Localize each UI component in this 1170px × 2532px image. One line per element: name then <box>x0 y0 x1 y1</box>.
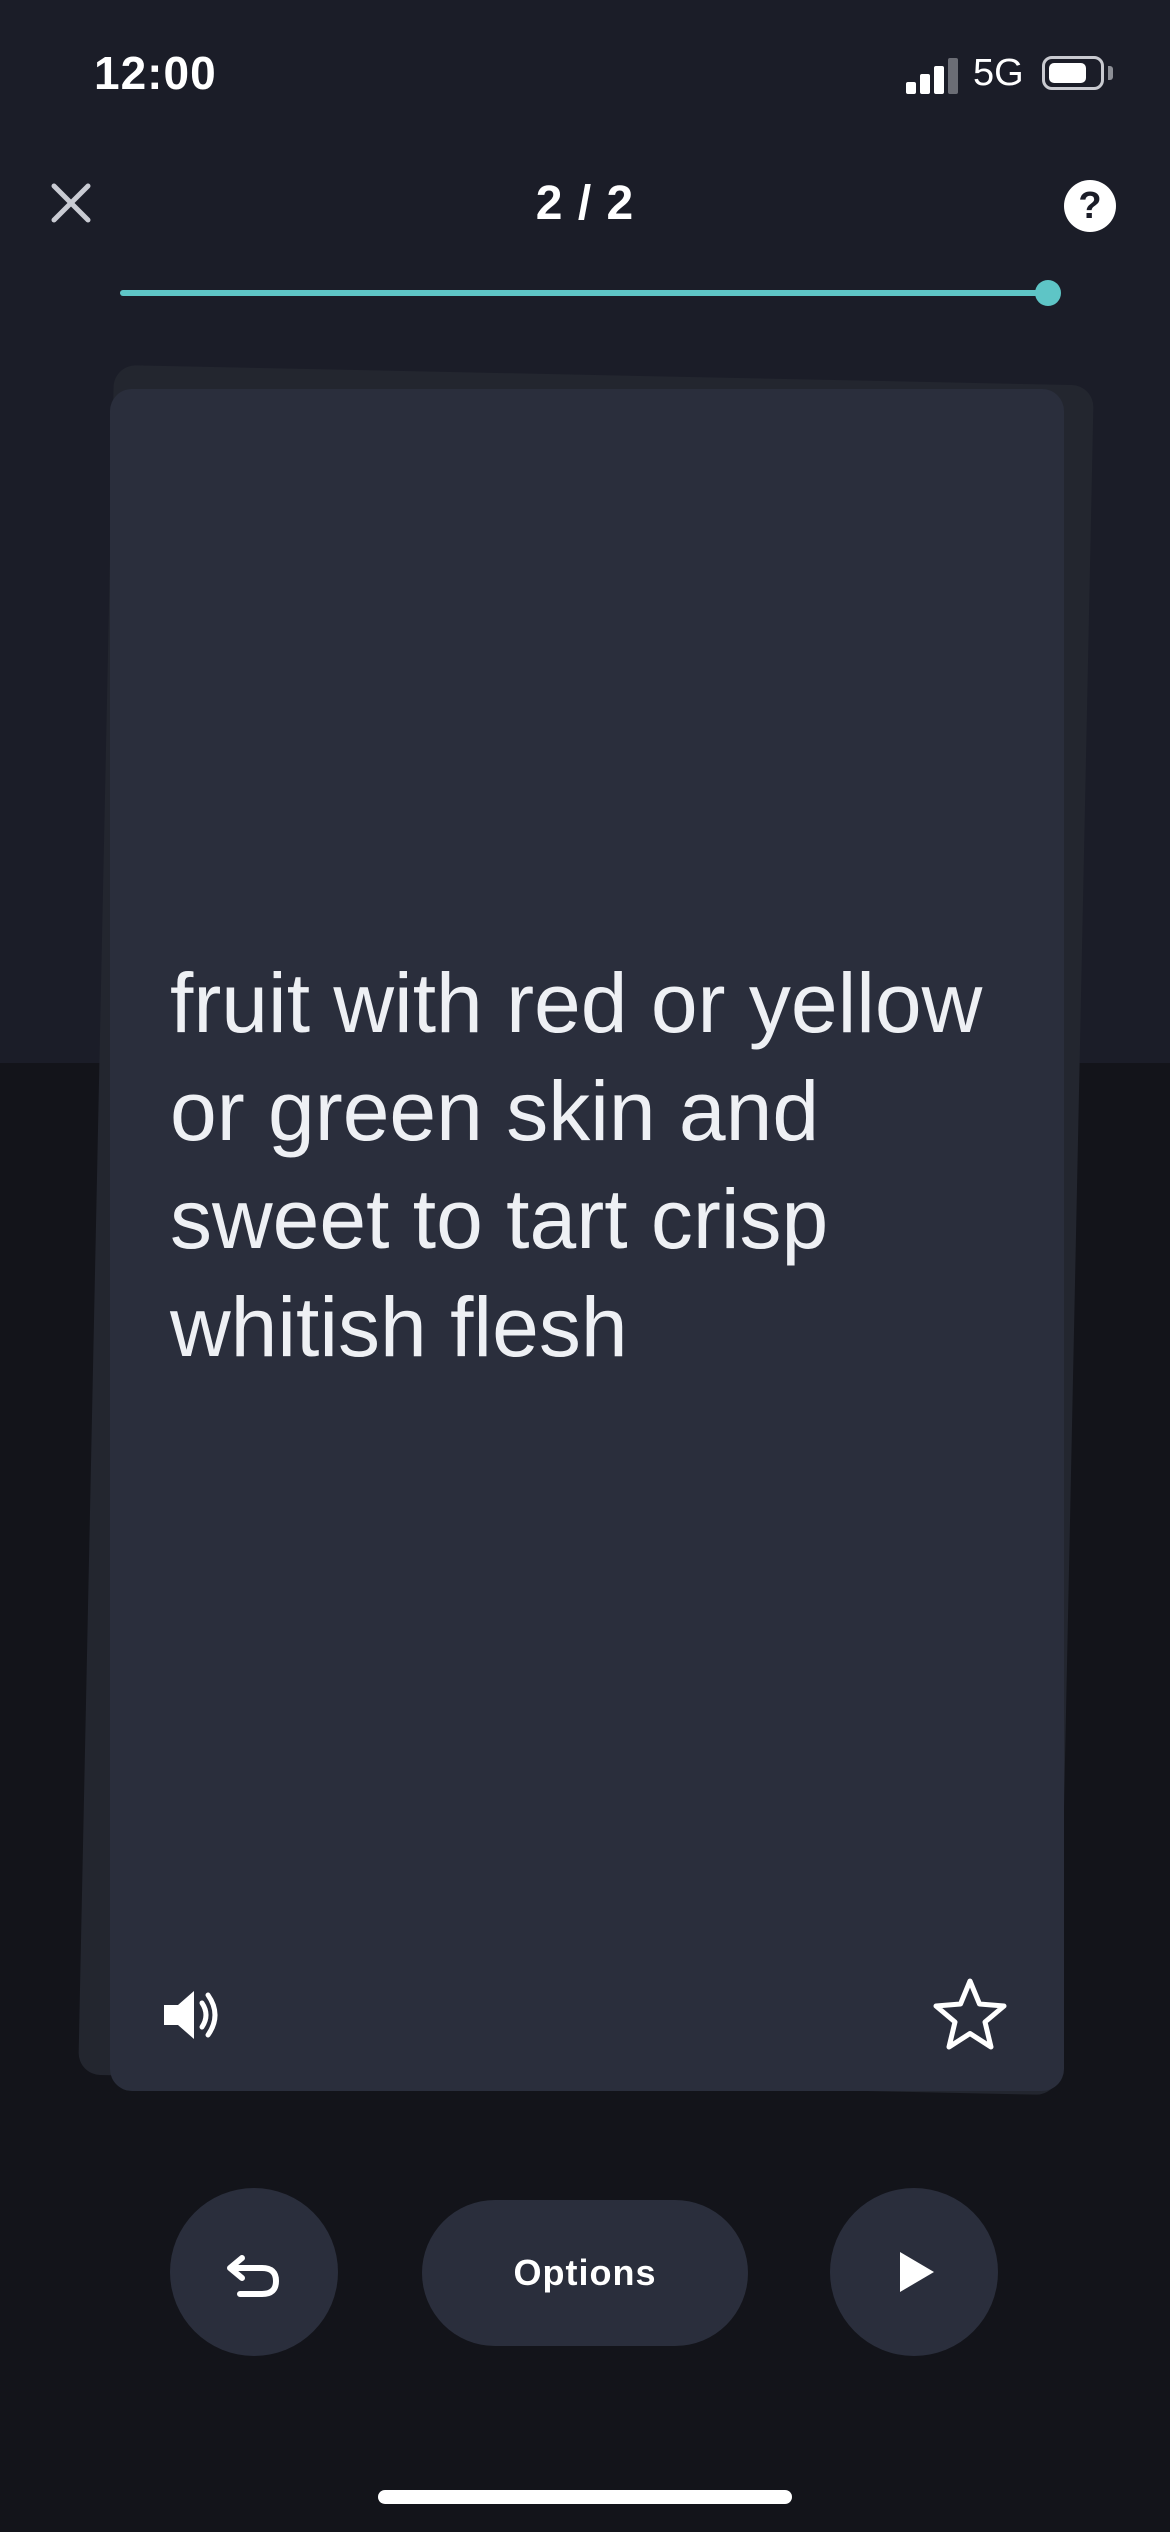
progress-bar <box>120 280 1061 306</box>
home-indicator[interactable] <box>378 2490 792 2504</box>
play-icon <box>900 2252 934 2292</box>
speaker-icon <box>164 1991 218 2039</box>
battery-cap <box>1108 66 1113 80</box>
battery-icon <box>1042 56 1104 90</box>
help-button[interactable]: ? <box>1064 180 1116 232</box>
options-button[interactable]: Options <box>422 2200 748 2346</box>
help-icon: ? <box>1078 185 1102 227</box>
star-outline-icon <box>933 1978 1007 2050</box>
network-label: 5G <box>973 52 1024 94</box>
undo-icon <box>227 2255 280 2297</box>
signal-icon <box>906 56 958 94</box>
undo-button[interactable] <box>170 2188 338 2356</box>
progress-knob <box>1035 280 1061 306</box>
status-bar: 12:00 5G <box>0 0 1170 140</box>
card-definition: fruit with red or yellow or green skin a… <box>170 956 983 1374</box>
close-button[interactable] <box>40 172 102 234</box>
card-counter: 2 / 2 <box>535 177 635 230</box>
play-button[interactable] <box>830 2188 998 2356</box>
status-time: 12:00 <box>94 47 217 99</box>
flashcard[interactable]: fruit with red or yellow or green skin a… <box>110 389 1064 2091</box>
favorite-button[interactable] <box>928 1973 1012 2057</box>
audio-button[interactable] <box>154 1975 234 2055</box>
close-icon <box>51 183 91 223</box>
progress-fill <box>120 290 1048 296</box>
battery-level <box>1049 63 1086 83</box>
